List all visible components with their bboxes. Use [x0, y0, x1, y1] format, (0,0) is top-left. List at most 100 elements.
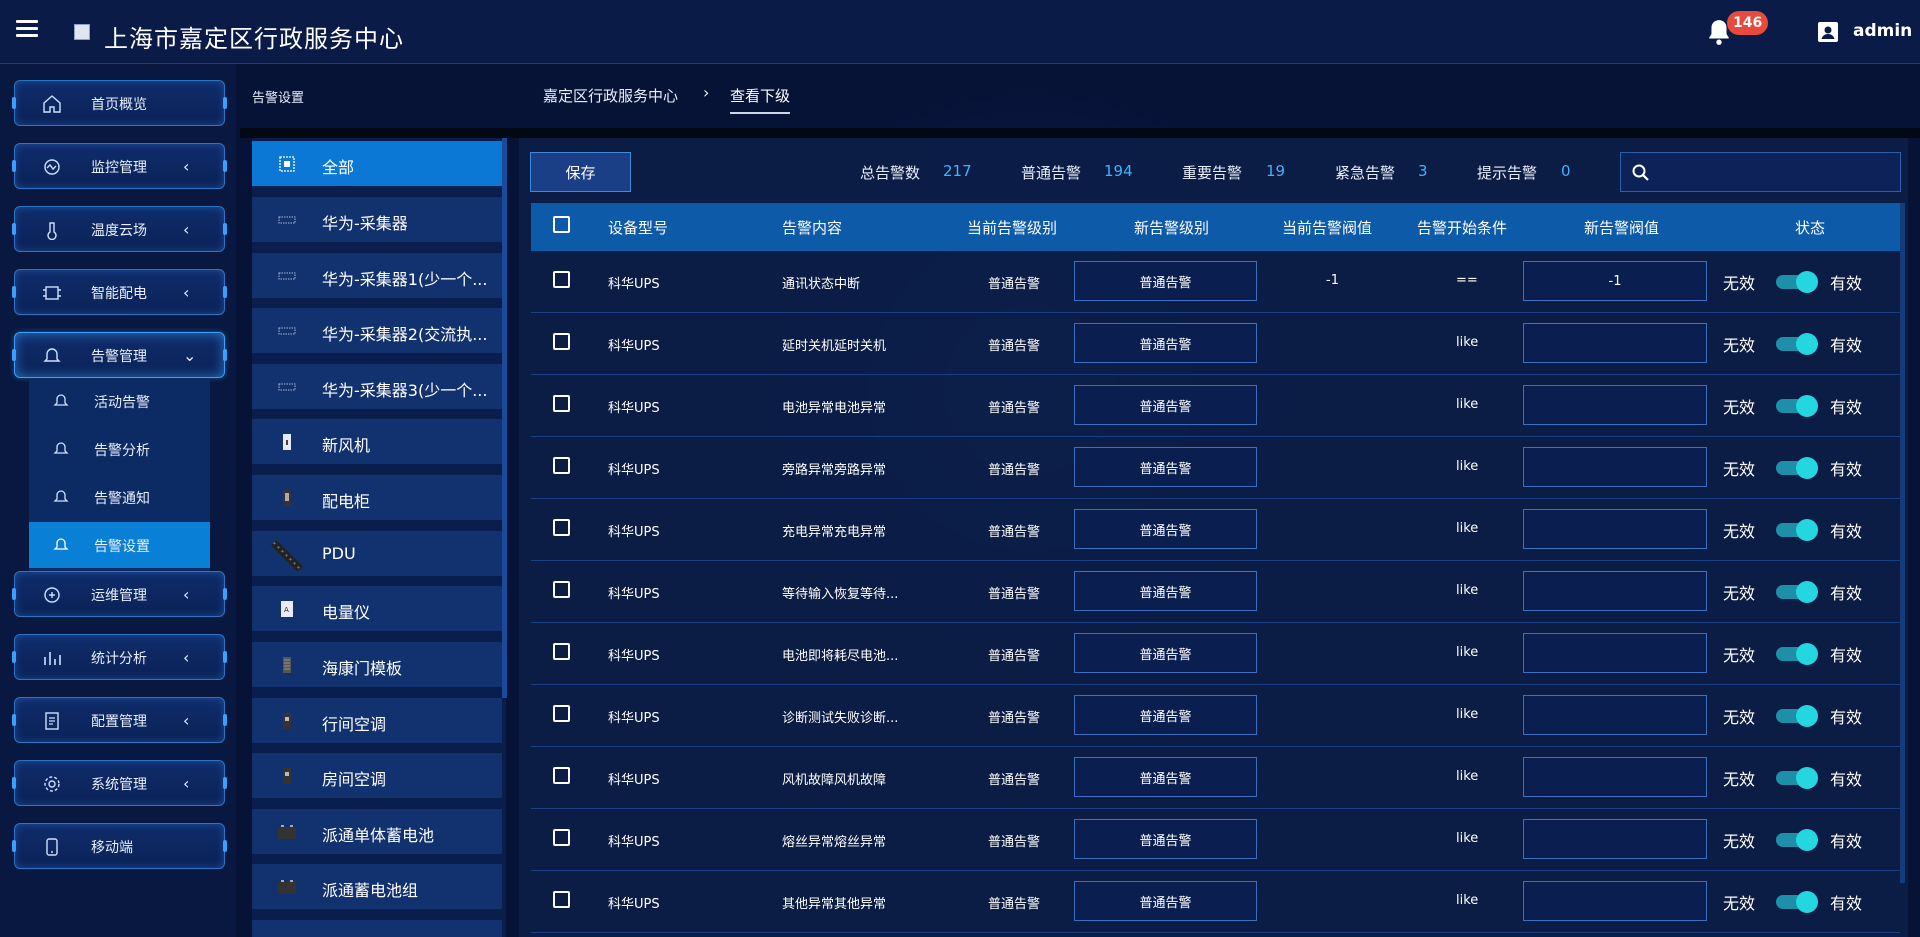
new-threshold-input[interactable]	[1523, 757, 1707, 797]
status-toggle[interactable]	[1776, 395, 1818, 417]
new-level-select[interactable]: 普通告警	[1074, 261, 1257, 301]
new-level-select[interactable]: 普通告警	[1074, 819, 1257, 859]
row-checkbox[interactable]	[553, 581, 570, 598]
stat-urgent-value: 3	[1418, 162, 1428, 180]
status-toggle[interactable]	[1776, 643, 1818, 665]
select-all-checkbox[interactable]	[553, 216, 570, 233]
device-item[interactable]: 华为-采集器1(少一个...	[252, 253, 502, 299]
status-toggle[interactable]	[1776, 519, 1818, 541]
cell-model: 科华UPS	[608, 773, 660, 788]
new-level-select[interactable]: 普通告警	[1074, 509, 1257, 549]
new-level-select[interactable]: 普通告警	[1074, 695, 1257, 735]
row-checkbox[interactable]	[553, 395, 570, 412]
hamburger-menu-icon[interactable]	[16, 20, 38, 38]
nav-item-config[interactable]: 配置管理 ‹	[12, 697, 227, 743]
row-checkbox[interactable]	[553, 643, 570, 660]
status-toggle[interactable]	[1776, 457, 1818, 479]
search-box[interactable]	[1620, 152, 1901, 192]
search-input[interactable]	[1661, 159, 1891, 185]
row-checkbox[interactable]	[553, 457, 570, 474]
new-level-select[interactable]: 普通告警	[1074, 881, 1257, 921]
nav-item-alarm[interactable]: 告警管理 ⌄	[12, 332, 227, 378]
device-list-scrollbar[interactable]	[502, 138, 507, 698]
device-item[interactable]: 行间空调	[252, 698, 502, 744]
new-threshold-input[interactable]	[1523, 633, 1707, 673]
new-threshold-input[interactable]	[1523, 881, 1707, 921]
username[interactable]: admin	[1853, 21, 1912, 41]
device-item[interactable]: 华为-采集器	[252, 197, 502, 243]
nav-item-temperature[interactable]: 温度云场 ‹	[12, 206, 227, 252]
status-toggle[interactable]	[1776, 333, 1818, 355]
new-threshold-input[interactable]	[1523, 695, 1707, 735]
new-level-select[interactable]: 普通告警	[1074, 447, 1257, 487]
device-item[interactable]	[252, 920, 502, 937]
user-icon[interactable]	[1818, 22, 1838, 42]
row-checkbox[interactable]	[553, 767, 570, 784]
new-level-select[interactable]: 普通告警	[1074, 757, 1257, 797]
new-level-select[interactable]: 普通告警	[1074, 385, 1257, 425]
device-item[interactable]: 房间空调	[252, 753, 502, 799]
cell-level: 普通告警	[988, 649, 1041, 664]
row-checkbox[interactable]	[553, 829, 570, 846]
device-item[interactable]: 配电柜	[252, 475, 502, 521]
nav-item-maintenance[interactable]: 运维管理 ‹	[12, 571, 227, 617]
row-checkbox[interactable]	[553, 891, 570, 908]
alarm-icon	[43, 348, 61, 362]
bell-settings-icon	[53, 538, 69, 550]
table-header: 设备型号 告警内容 当前告警级别 新告警级别 当前告警阀值 告警开始条件 新告警…	[531, 203, 1900, 251]
sub-item-alarm-analysis[interactable]: 告警分析	[29, 426, 210, 472]
new-threshold-input[interactable]	[1523, 509, 1707, 549]
status-toggle[interactable]	[1776, 767, 1818, 789]
thermometer-icon	[47, 222, 57, 240]
breadcrumb-current[interactable]: 查看下级	[730, 85, 791, 114]
device-item-all[interactable]: 全部	[252, 141, 502, 187]
nav-item-power[interactable]: 智能配电 ‹	[12, 269, 227, 315]
row-checkbox[interactable]	[553, 519, 570, 536]
status-toggle[interactable]	[1776, 891, 1818, 913]
system-icon	[44, 776, 60, 792]
nav-item-monitor[interactable]: 监控管理 ‹	[12, 143, 227, 189]
cell-model: 科华UPS	[608, 897, 660, 912]
row-checkbox[interactable]	[553, 705, 570, 722]
new-level-select[interactable]: 普通告警	[1074, 571, 1257, 611]
row-checkbox[interactable]	[553, 271, 570, 288]
save-button[interactable]: 保存	[530, 152, 631, 192]
device-item[interactable]: 新风机	[252, 419, 502, 465]
status-toggle[interactable]	[1776, 581, 1818, 603]
status-toggle[interactable]	[1776, 271, 1818, 293]
nav-item-home[interactable]: 首页概览	[12, 80, 227, 126]
door-module-icon	[283, 657, 291, 673]
row-checkbox[interactable]	[553, 333, 570, 350]
device-item[interactable]: 华为-采集器3(少一个...	[252, 364, 502, 410]
column-header: 设备型号	[608, 219, 669, 237]
status-toggle[interactable]	[1776, 829, 1818, 851]
table-scrollbar[interactable]	[1900, 203, 1905, 883]
new-threshold-input[interactable]	[1523, 323, 1707, 363]
sub-item-active-alarm[interactable]: 活动告警	[29, 378, 210, 424]
device-item[interactable]: 华为-采集器2(交流执...	[252, 308, 502, 354]
new-threshold-input[interactable]: -1	[1523, 261, 1707, 301]
nav-item-system[interactable]: 系统管理 ‹	[12, 760, 227, 806]
sub-item-alarm-notification[interactable]: 告警通知	[29, 474, 210, 520]
cell-content: 风机故障风机故障	[782, 773, 887, 788]
new-threshold-input[interactable]	[1523, 447, 1707, 487]
nav-item-mobile[interactable]: 移动端	[12, 823, 227, 869]
device-item[interactable]: 派通单体蓄电池	[252, 809, 502, 855]
new-level-select[interactable]: 普通告警	[1074, 323, 1257, 363]
new-threshold-input[interactable]	[1523, 819, 1707, 859]
status-toggle[interactable]	[1776, 705, 1818, 727]
breadcrumb-link[interactable]: 嘉定区行政服务中心	[543, 85, 678, 106]
device-item[interactable]: PDU	[252, 531, 502, 577]
device-item[interactable]: A 电量仪	[252, 586, 502, 632]
table-row: 科华UPS 等待输入恢复等待... 普通告警 普通告警 like 无效 有效	[531, 561, 1900, 623]
cell-content: 通讯状态中断	[782, 277, 861, 292]
sub-item-alarm-settings[interactable]: 告警设置	[29, 522, 210, 568]
nav-item-statistics[interactable]: 统计分析 ‹	[12, 634, 227, 680]
device-item[interactable]: 派通蓄电池组	[252, 864, 502, 910]
device-item[interactable]: 海康门模板	[252, 642, 502, 688]
new-level-select[interactable]: 普通告警	[1074, 633, 1257, 673]
new-threshold-input[interactable]	[1523, 571, 1707, 611]
new-threshold-input[interactable]	[1523, 385, 1707, 425]
toggle-knob	[1796, 891, 1818, 913]
status-off-label: 无效	[1723, 894, 1756, 913]
